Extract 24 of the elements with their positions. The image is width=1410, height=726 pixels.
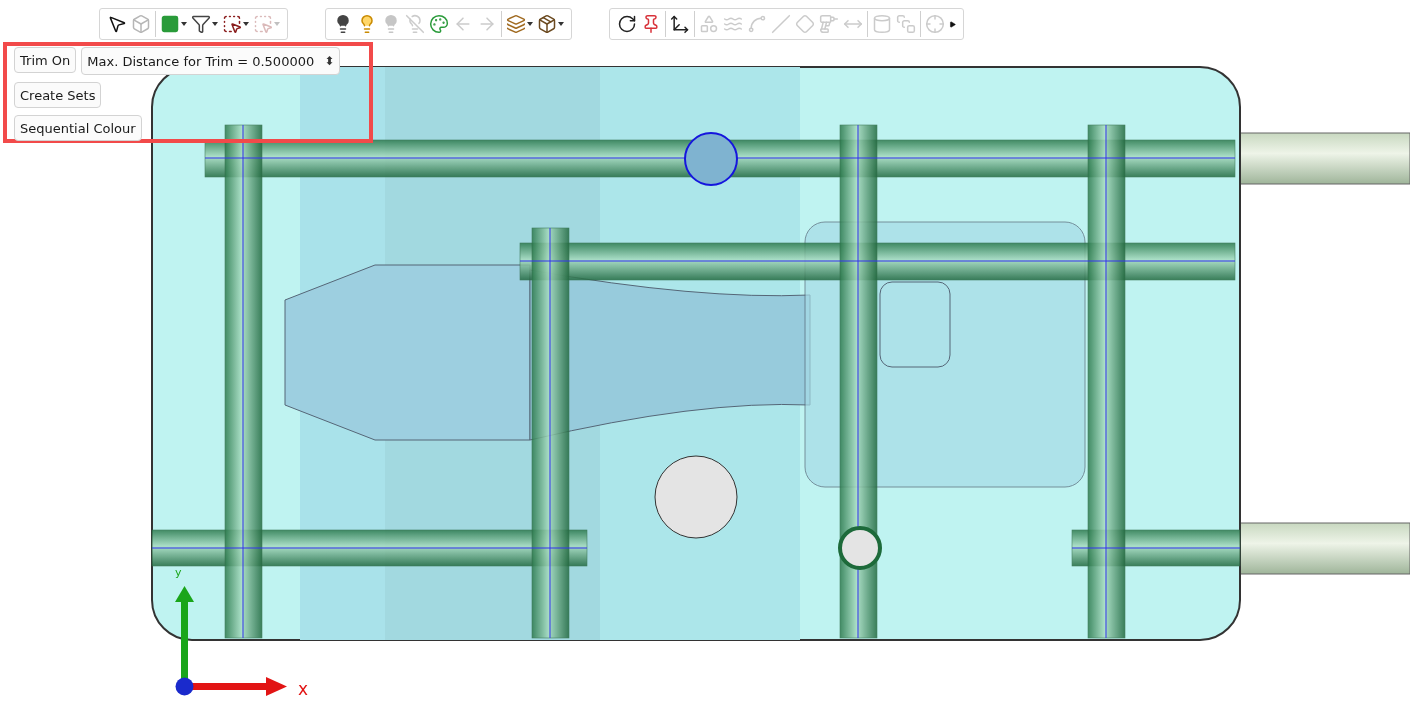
caret-icon [212, 22, 218, 26]
caret-icon [181, 22, 187, 26]
caret-icon [558, 22, 564, 26]
box-select-icon [253, 14, 273, 34]
layers-icon [506, 14, 526, 34]
caret-icon [527, 22, 533, 26]
axis-filter-icon [670, 14, 690, 34]
edge-icon [747, 14, 767, 34]
spinbox-value: Max. Distance for Trim = 0.500000 [87, 53, 315, 69]
shapes-icon [699, 14, 719, 34]
max-distance-spinbox[interactable]: Max. Distance for Trim = 0.500000 ⬍ [81, 47, 341, 75]
create-sets-button[interactable]: Create Sets [14, 82, 102, 108]
rotate-icon [617, 14, 637, 34]
trim-on-button[interactable]: Trim On [14, 47, 77, 73]
axis-label: x [298, 679, 309, 699]
axis-triad-icon [172, 586, 287, 698]
caret-icon [243, 22, 249, 26]
drill-icon [819, 14, 839, 34]
caret-icon [274, 22, 280, 26]
more-icon [949, 20, 956, 28]
sequential-colour-button[interactable]: Sequential Colour [14, 115, 142, 141]
axis-label: y [174, 567, 183, 579]
box-select-icon [222, 14, 242, 34]
spin-arrows-icon[interactable]: ⬍ [324, 54, 335, 68]
